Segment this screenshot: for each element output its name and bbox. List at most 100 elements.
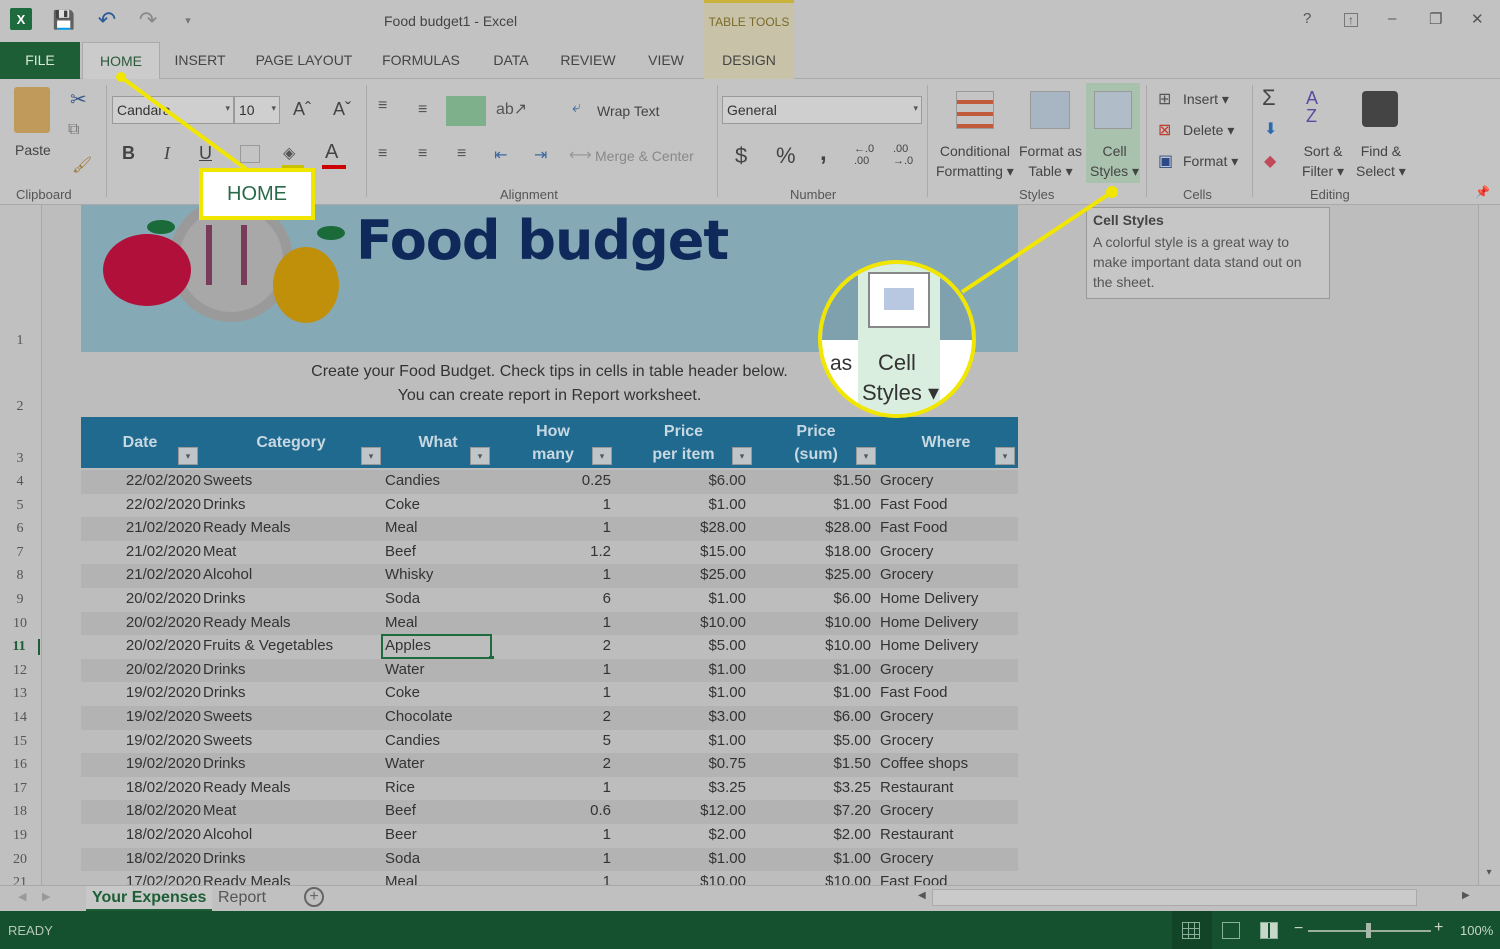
- decrease-indent-icon[interactable]: ⇤: [494, 145, 507, 165]
- cell-category[interactable]: Sweets: [203, 708, 383, 725]
- cell-category[interactable]: Meat: [203, 802, 383, 819]
- cell-what[interactable]: Beef: [385, 802, 495, 819]
- cell-price-sum[interactable]: $18.00: [761, 543, 871, 560]
- cell-where[interactable]: Home Delivery: [880, 637, 1015, 654]
- filter-dropdown-what[interactable]: ▾: [470, 447, 490, 465]
- cell-what[interactable]: Soda: [385, 590, 495, 607]
- cell-styles-button[interactable]: Cell Styles ▾: [1090, 141, 1139, 181]
- delete-button[interactable]: Delete ▾: [1183, 122, 1234, 139]
- cell-price-sum[interactable]: $10.00: [761, 614, 871, 631]
- cell-price-sum[interactable]: $1.00: [761, 684, 871, 701]
- cell-date[interactable]: 18/02/2020: [81, 779, 201, 796]
- scroll-right-icon[interactable]: ▶: [1462, 890, 1470, 901]
- borders-icon[interactable]: [240, 145, 260, 163]
- cell-price-sum[interactable]: $1.00: [761, 496, 871, 513]
- align-right-icon[interactable]: ≡: [457, 145, 466, 163]
- row-header[interactable]: 16: [0, 757, 40, 773]
- minimize-icon[interactable]: –: [1388, 10, 1396, 27]
- cell-price-sum[interactable]: $2.00: [761, 826, 871, 843]
- scroll-tabs-left-icon[interactable]: ◀: [18, 890, 26, 903]
- cell-what[interactable]: Candies: [385, 732, 495, 749]
- cell-what[interactable]: Beer: [385, 826, 495, 843]
- column-header-category[interactable]: Category: [199, 417, 383, 468]
- cell-how-many[interactable]: 1: [501, 850, 611, 867]
- filter-dropdown-category[interactable]: ▾: [361, 447, 381, 465]
- tab-home[interactable]: HOME: [82, 42, 160, 79]
- cell-price-sum[interactable]: $1.50: [761, 472, 871, 489]
- cell-how-many[interactable]: 2: [501, 637, 611, 654]
- cell-where[interactable]: Fast Food: [880, 519, 1015, 536]
- cell-where[interactable]: Fast Food: [880, 496, 1015, 513]
- cell-date[interactable]: 20/02/2020: [81, 637, 201, 654]
- cell-how-many[interactable]: 1: [501, 684, 611, 701]
- cell-price-per-item[interactable]: $3.25: [626, 779, 746, 796]
- cell-where[interactable]: Grocery: [880, 708, 1015, 725]
- wrap-text-button[interactable]: Wrap Text: [597, 103, 660, 119]
- cell-how-many[interactable]: 1: [501, 566, 611, 583]
- help-icon[interactable]: ?: [1303, 10, 1311, 27]
- cell-price-per-item[interactable]: $15.00: [626, 543, 746, 560]
- cell-price-per-item[interactable]: $10.00: [626, 614, 746, 631]
- cell-price-per-item[interactable]: $28.00: [626, 519, 746, 536]
- sheet-tab-your-expenses[interactable]: Your Expenses: [86, 886, 213, 911]
- cell-price-per-item[interactable]: $25.00: [626, 566, 746, 583]
- cell-price-sum[interactable]: $1.00: [761, 850, 871, 867]
- top-align-icon[interactable]: ≡: [378, 97, 387, 115]
- tab-view[interactable]: VIEW: [641, 42, 691, 79]
- cell-price-per-item[interactable]: $0.75: [626, 755, 746, 772]
- cell-what[interactable]: Whisky: [385, 566, 495, 583]
- cell-what[interactable]: Soda: [385, 850, 495, 867]
- row-header[interactable]: 20: [0, 852, 40, 868]
- cell-price-per-item[interactable]: $3.00: [626, 708, 746, 725]
- cell-how-many[interactable]: 2: [501, 755, 611, 772]
- cell-what[interactable]: Coke: [385, 496, 495, 513]
- normal-view-button[interactable]: [1172, 911, 1212, 949]
- cell-how-many[interactable]: 1: [501, 826, 611, 843]
- cell-date[interactable]: 22/02/2020: [81, 496, 201, 513]
- cell-how-many[interactable]: 1: [501, 779, 611, 796]
- horizontal-scrollbar[interactable]: [932, 889, 1417, 906]
- cell-category[interactable]: Alcohol: [203, 826, 383, 843]
- undo-icon[interactable]: ↶: [95, 7, 119, 32]
- cell-what[interactable]: Meal: [385, 873, 495, 885]
- cell-what[interactable]: Chocolate: [385, 708, 495, 725]
- cell-what[interactable]: Meal: [385, 614, 495, 631]
- cell-date[interactable]: 19/02/2020: [81, 755, 201, 772]
- vertical-scrollbar[interactable]: ▾: [1478, 205, 1500, 885]
- new-sheet-icon[interactable]: +: [304, 887, 324, 907]
- cell-category[interactable]: Ready Meals: [203, 614, 383, 631]
- cell-category[interactable]: Ready Meals: [203, 519, 383, 536]
- row-header[interactable]: 12: [0, 663, 40, 679]
- tab-data[interactable]: DATA: [487, 42, 535, 79]
- insert-button[interactable]: Insert ▾: [1183, 91, 1229, 108]
- fill-icon[interactable]: ⬇: [1264, 119, 1277, 139]
- row-header[interactable]: 4: [0, 474, 40, 490]
- cell-price-sum[interactable]: $28.00: [761, 519, 871, 536]
- underline-button[interactable]: U: [199, 143, 212, 164]
- tab-page-layout[interactable]: PAGE LAYOUT: [250, 42, 358, 79]
- cell-where[interactable]: Grocery: [880, 566, 1015, 583]
- sheet-tab-report[interactable]: Report: [212, 886, 272, 911]
- cell-category[interactable]: Sweets: [203, 472, 383, 489]
- cell-where[interactable]: Grocery: [880, 661, 1015, 678]
- cell-date[interactable]: 21/02/2020: [81, 543, 201, 560]
- filter-dropdown-date[interactable]: ▾: [178, 447, 198, 465]
- cell-price-per-item[interactable]: $2.00: [626, 826, 746, 843]
- cell-price-sum[interactable]: $6.00: [761, 590, 871, 607]
- cell-date[interactable]: 21/02/2020: [81, 566, 201, 583]
- font-color-button[interactable]: A: [325, 141, 338, 164]
- redo-icon[interactable]: ↷: [136, 7, 160, 32]
- customize-qat-icon[interactable]: ▾: [176, 8, 200, 32]
- ribbon-display-options-icon[interactable]: ↑: [1344, 13, 1358, 27]
- filter-dropdown-price-per-item[interactable]: ▾: [732, 447, 752, 465]
- tab-file[interactable]: FILE: [0, 42, 80, 79]
- cell-how-many[interactable]: 1: [501, 519, 611, 536]
- cell-price-sum[interactable]: $10.00: [761, 873, 871, 885]
- middle-align-icon[interactable]: ≡: [418, 101, 427, 119]
- cell-where[interactable]: Grocery: [880, 472, 1015, 489]
- cell-price-sum[interactable]: $1.50: [761, 755, 871, 772]
- font-size-combo[interactable]: 10 ▾: [234, 96, 280, 124]
- decrease-decimal-button[interactable]: .00 →.0: [893, 143, 913, 167]
- cell-date[interactable]: 18/02/2020: [81, 802, 201, 819]
- cell-price-sum[interactable]: $10.00: [761, 637, 871, 654]
